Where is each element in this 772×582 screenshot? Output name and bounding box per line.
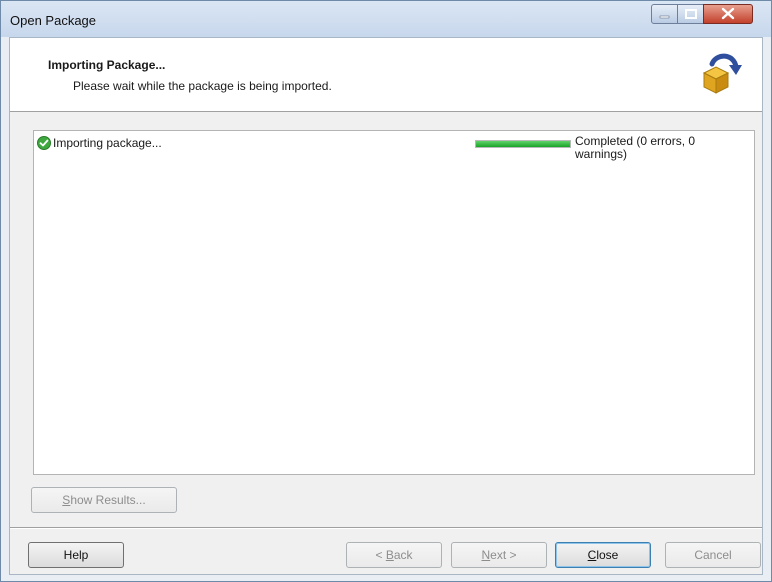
window-title: Open Package: [10, 13, 97, 28]
close-icon: [721, 7, 735, 20]
show-results-label: how Results...: [70, 493, 146, 507]
header-title: Importing Package...: [48, 58, 166, 72]
task-label: Importing package...: [53, 136, 162, 150]
progress-fill: [476, 141, 570, 147]
back-mnemonic: B: [385, 548, 394, 562]
close-label: lose: [596, 548, 619, 562]
dialog-client-area: Importing Package... Please wait while t…: [9, 37, 763, 575]
task-status: Completed (0 errors, 0 warnings): [575, 134, 696, 161]
next-mnemonic: N: [481, 548, 491, 562]
next-label: ext >: [490, 548, 517, 562]
back-prefix: <: [375, 548, 386, 562]
success-check-icon: [37, 136, 51, 150]
help-button[interactable]: Help: [28, 542, 124, 568]
package-import-icon: [702, 53, 742, 94]
task-progress-bar: [475, 140, 571, 148]
minimize-button[interactable]: [651, 4, 678, 24]
task-row: Importing package... Completed (0 errors…: [34, 131, 754, 171]
back-button[interactable]: < Back: [346, 542, 442, 568]
cancel-button[interactable]: Cancel: [665, 542, 761, 568]
title-bar[interactable]: Open Package: [1, 1, 771, 37]
button-separator: [10, 527, 762, 529]
wizard-header: Importing Package... Please wait while t…: [10, 38, 762, 112]
header-subtitle: Please wait while the package is being i…: [73, 79, 332, 93]
task-list[interactable]: Importing package... Completed (0 errors…: [33, 130, 755, 475]
minimize-icon: [659, 15, 670, 19]
next-button[interactable]: Next >: [451, 542, 547, 568]
close-window-button[interactable]: [703, 4, 753, 24]
open-package-window: Open Package Importing Package... Please…: [0, 0, 772, 582]
back-label: ack: [393, 548, 413, 562]
maximize-icon: [685, 9, 697, 19]
close-button[interactable]: Close: [555, 542, 651, 568]
maximize-button[interactable]: [677, 4, 704, 24]
show-results-button[interactable]: Show Results...: [31, 487, 177, 513]
